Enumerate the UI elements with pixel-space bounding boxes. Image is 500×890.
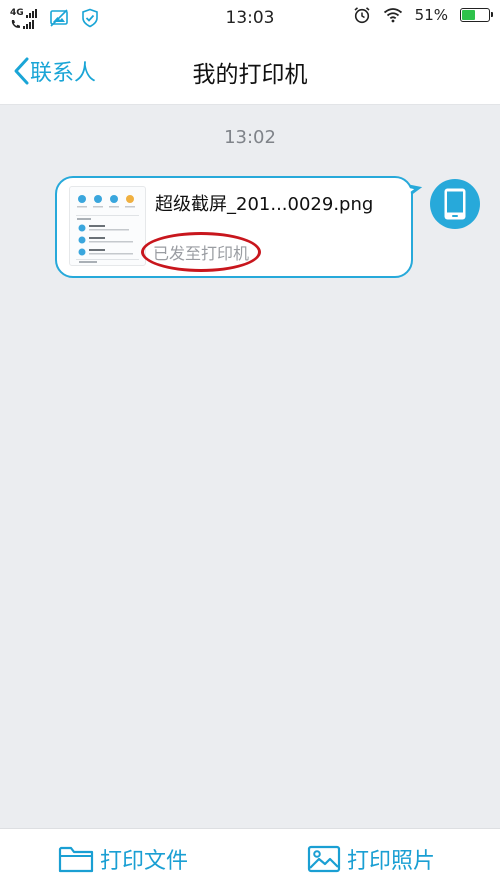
print-file-label: 打印文件 bbox=[100, 849, 189, 874]
battery-icon bbox=[460, 8, 493, 22]
alarm-icon bbox=[354, 7, 370, 24]
wifi-icon bbox=[383, 8, 402, 23]
photo-icon bbox=[307, 845, 341, 873]
message-bubble[interactable]: 超级截屏_201...0029.png 已发至打印机 bbox=[55, 176, 413, 278]
nav-bar: 联系人 我的打印机 bbox=[0, 36, 500, 105]
folder-icon bbox=[58, 846, 94, 873]
print-photo-label: 打印照片 bbox=[347, 849, 436, 874]
status-bar: 4G 13:03 51% bbox=[0, 0, 500, 36]
send-status-text: 已发至打印机 bbox=[152, 244, 249, 263]
status-right: 51% bbox=[353, 6, 493, 24]
printer-avatar[interactable] bbox=[430, 179, 480, 229]
screenshot-thumbnail[interactable] bbox=[69, 186, 146, 266]
chat-timestamp: 13:02 bbox=[224, 127, 276, 148]
send-status: 已发至打印机 bbox=[141, 232, 261, 272]
phone-icon bbox=[444, 188, 466, 220]
print-photo-button[interactable]: 打印照片 bbox=[307, 843, 435, 875]
print-file-button[interactable]: 打印文件 bbox=[58, 843, 188, 875]
bottom-bar: 打印文件 打印照片 bbox=[0, 828, 500, 890]
page-title: 我的打印机 bbox=[192, 62, 308, 88]
file-name: 超级截屏_201...0029.png bbox=[155, 194, 374, 215]
battery-percent: 51% bbox=[414, 6, 448, 24]
battery-fill bbox=[462, 10, 475, 20]
